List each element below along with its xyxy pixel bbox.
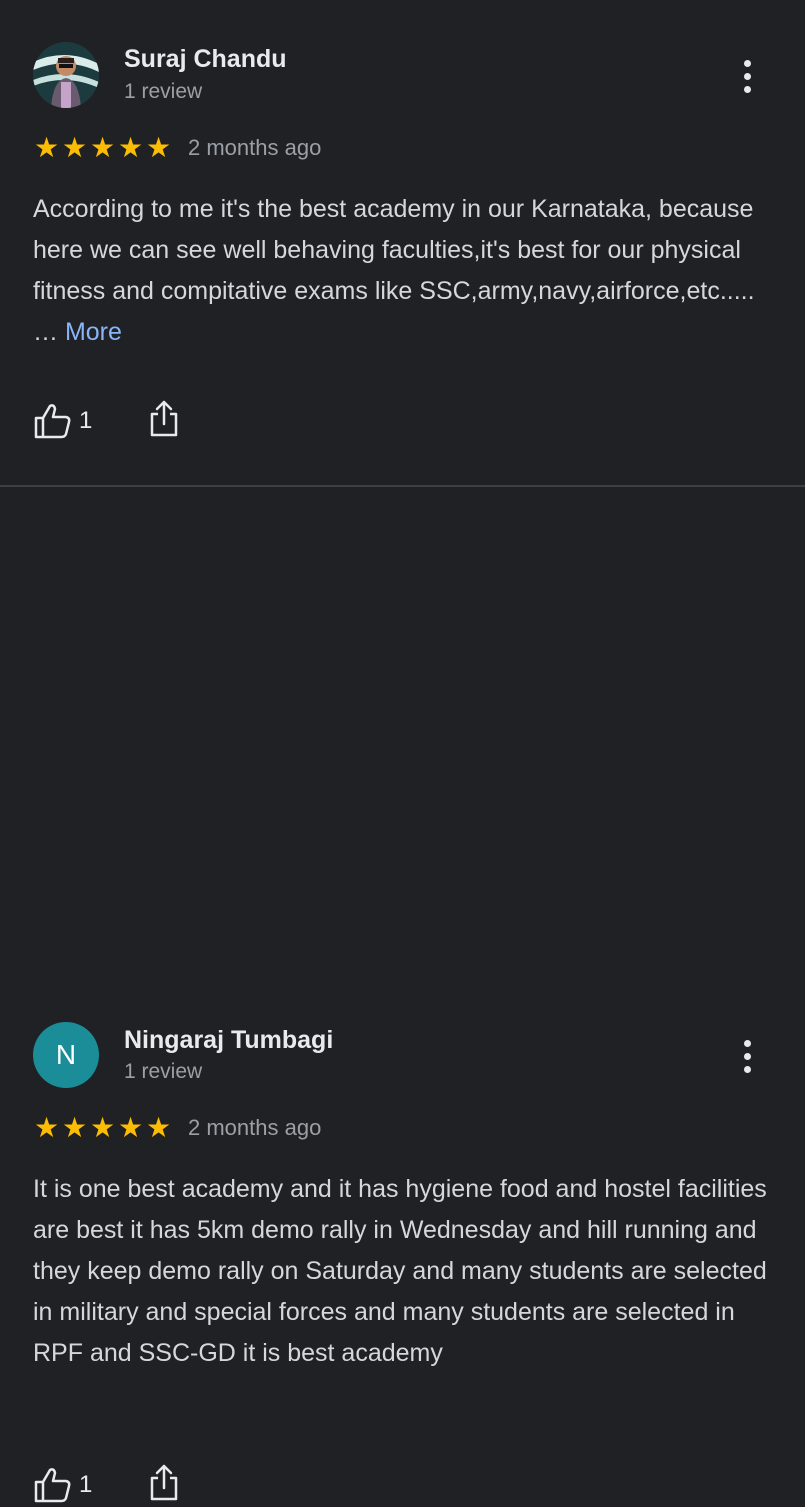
- star-icon: ★: [145, 132, 172, 163]
- like-button[interactable]: 1: [33, 402, 92, 440]
- like-count: 1: [79, 1470, 93, 1498]
- review-text: According to me it's the best academy in…: [33, 189, 783, 353]
- reviewer-name[interactable]: Ningaraj Tumbagi: [124, 1026, 333, 1055]
- review-card: Suraj Chandu 1 review ★ ★ ★ ★ ★ 2 months…: [0, 0, 805, 485]
- star-rating: ★ ★ ★ ★ ★: [33, 1114, 172, 1142]
- share-icon: [151, 1464, 178, 1501]
- star-icon: ★: [61, 132, 88, 163]
- star-icon: ★: [117, 132, 144, 163]
- more-link[interactable]: More: [65, 318, 122, 346]
- star-icon: ★: [89, 1112, 116, 1143]
- review-actions: 1: [33, 398, 181, 443]
- review-count: 1 review: [124, 1060, 203, 1083]
- review-text: It is one best academy and it has hygien…: [33, 1175, 767, 1367]
- star-icon: ★: [33, 132, 60, 163]
- dot: [743, 72, 751, 80]
- avatar-photo-icon: [33, 42, 99, 108]
- star-icon: ★: [117, 1112, 144, 1143]
- avatar-letter: N: [55, 1039, 77, 1070]
- thumbs-up-icon: [34, 403, 71, 438]
- rating-row: ★ ★ ★ ★ ★ 2 months ago: [33, 1114, 321, 1142]
- star-icon: ★: [61, 1112, 88, 1143]
- avatar[interactable]: N: [33, 1022, 99, 1088]
- star-icon: ★: [33, 1112, 60, 1143]
- review-card: N Ningaraj Tumbagi 1 review ★ ★ ★ ★ ★ 2 …: [0, 485, 805, 1502]
- star-icon: ★: [145, 1112, 172, 1143]
- review-time: 2 months ago: [188, 135, 322, 160]
- avatar[interactable]: [33, 42, 99, 108]
- dot: [743, 85, 751, 93]
- dot: [743, 1052, 751, 1060]
- share-icon: [151, 400, 178, 437]
- like-button[interactable]: 1: [33, 1466, 92, 1504]
- dot: [743, 1065, 751, 1073]
- dot: [743, 59, 751, 67]
- review-actions: 1: [33, 1462, 181, 1507]
- more-options-button[interactable]: [735, 1036, 759, 1076]
- thumbs-up-icon: [34, 1467, 71, 1502]
- like-count: 1: [79, 406, 93, 434]
- review-count: 1 review: [124, 80, 203, 103]
- share-button[interactable]: [147, 398, 181, 443]
- review-time: 2 months ago: [188, 1115, 322, 1140]
- review-body: According to me it's the best academy in…: [33, 195, 755, 346]
- dot: [743, 1039, 751, 1047]
- star-rating: ★ ★ ★ ★ ★: [33, 134, 172, 162]
- reviewer-name[interactable]: Suraj Chandu: [124, 45, 287, 74]
- star-icon: ★: [89, 132, 116, 163]
- more-options-button[interactable]: [735, 56, 759, 96]
- share-button[interactable]: [147, 1462, 181, 1507]
- rating-row: ★ ★ ★ ★ ★ 2 months ago: [33, 134, 321, 162]
